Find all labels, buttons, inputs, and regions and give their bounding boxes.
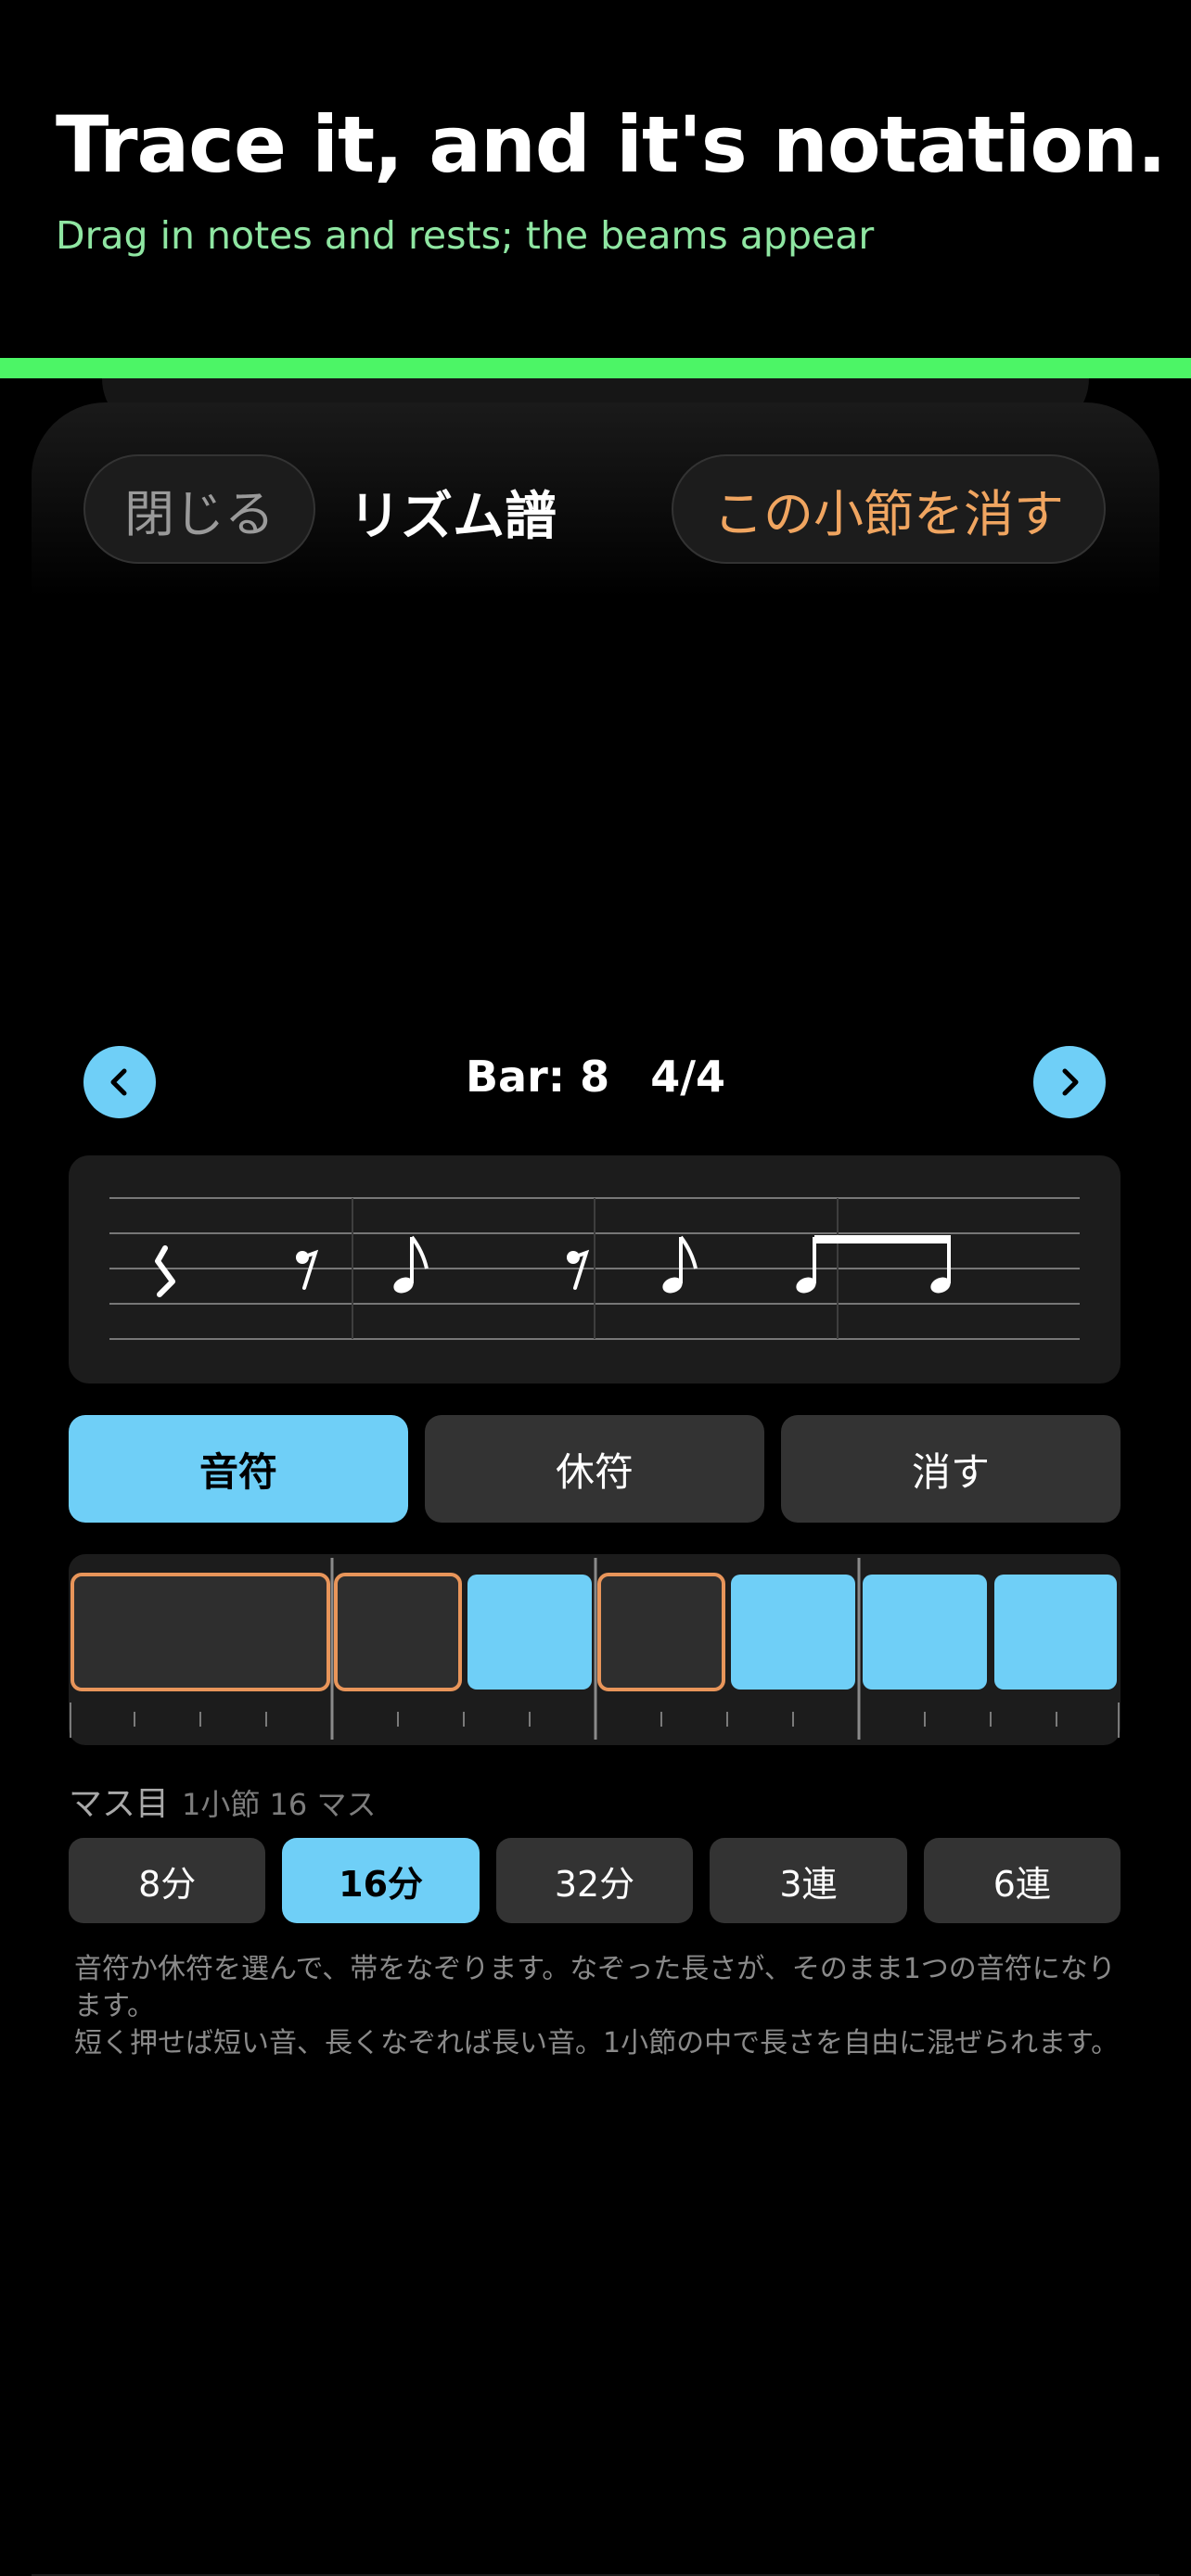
help-line-2: 短く押せば短い音、長くなぞれば長い音。1小節の中で長さを自由に混ぜられます。 [74,2027,1120,2060]
hero-subtitle: Drag in notes and rests; the beams appea… [56,213,875,259]
resolution-16th-button[interactable]: 16分 [282,1838,480,1923]
accent-bar [0,358,1191,378]
mode-note-button[interactable]: 音符 [69,1415,408,1523]
grid-cell-note[interactable] [731,1575,855,1690]
resolution-sextuplet-button[interactable]: 6連 [923,1838,1121,1923]
grid-cell-rest[interactable] [334,1573,462,1691]
input-mode-selector: 音符 休符 消す [69,1415,1121,1523]
help-line-1: 音符か休符を選んで、帯をなぞります。なぞった長さが、そのまま1つの音符になります… [74,1953,1116,2022]
bar-number: Bar: 8 [465,1052,610,1102]
hero-title: Trace it, and it's notation. [56,99,1167,190]
next-bar-button[interactable] [1033,1046,1106,1118]
resolution-triplet-button[interactable]: 3連 [710,1838,907,1923]
grid-caption: マス目 1小節 16 マス [69,1777,376,1825]
grid-caption-sub: 1小節 16 マス [182,1787,377,1822]
step-grid-svg [70,1558,1120,1740]
quarter-rest [155,1245,175,1297]
beamed-eighth-pair [796,1235,951,1294]
close-button[interactable]: 閉じる [83,454,315,564]
rhythm-staff [69,1155,1121,1384]
step-grid[interactable] [69,1554,1121,1745]
time-signature: 4/4 [650,1052,726,1102]
grid-cell-rest[interactable] [70,1573,330,1691]
resolution-8th-button[interactable]: 8分 [69,1838,266,1923]
bar-indicator: Bar: 8 4/4 [0,1052,1191,1102]
grid-caption-label: マス目 [69,1785,170,1823]
eighth-note [662,1235,698,1294]
resolution-selector: 8分 16分 32分 3連 6連 [69,1838,1121,1923]
grid-cell-rest[interactable] [597,1573,725,1691]
grid-cell-note[interactable] [863,1575,987,1690]
hero: Trace it, and it's notation. Drag in not… [56,99,1167,259]
resolution-32nd-button[interactable]: 32分 [495,1838,694,1923]
chevron-right-icon [1062,1068,1079,1096]
grid-cell-note[interactable] [467,1575,592,1690]
help-text: 音符か休符を選んで、帯をなぞります。なぞった長さが、そのまま1つの音符になります… [74,1951,1122,2062]
clear-bar-button[interactable]: この小節を消す [672,454,1106,564]
mode-rest-button[interactable]: 休符 [425,1415,764,1523]
eighth-note [393,1235,429,1294]
grid-cell-note[interactable] [994,1575,1117,1690]
sheet-title: リズム譜 [349,487,557,547]
staff-svg [109,1197,1080,1340]
mode-erase-button[interactable]: 消す [781,1415,1121,1523]
